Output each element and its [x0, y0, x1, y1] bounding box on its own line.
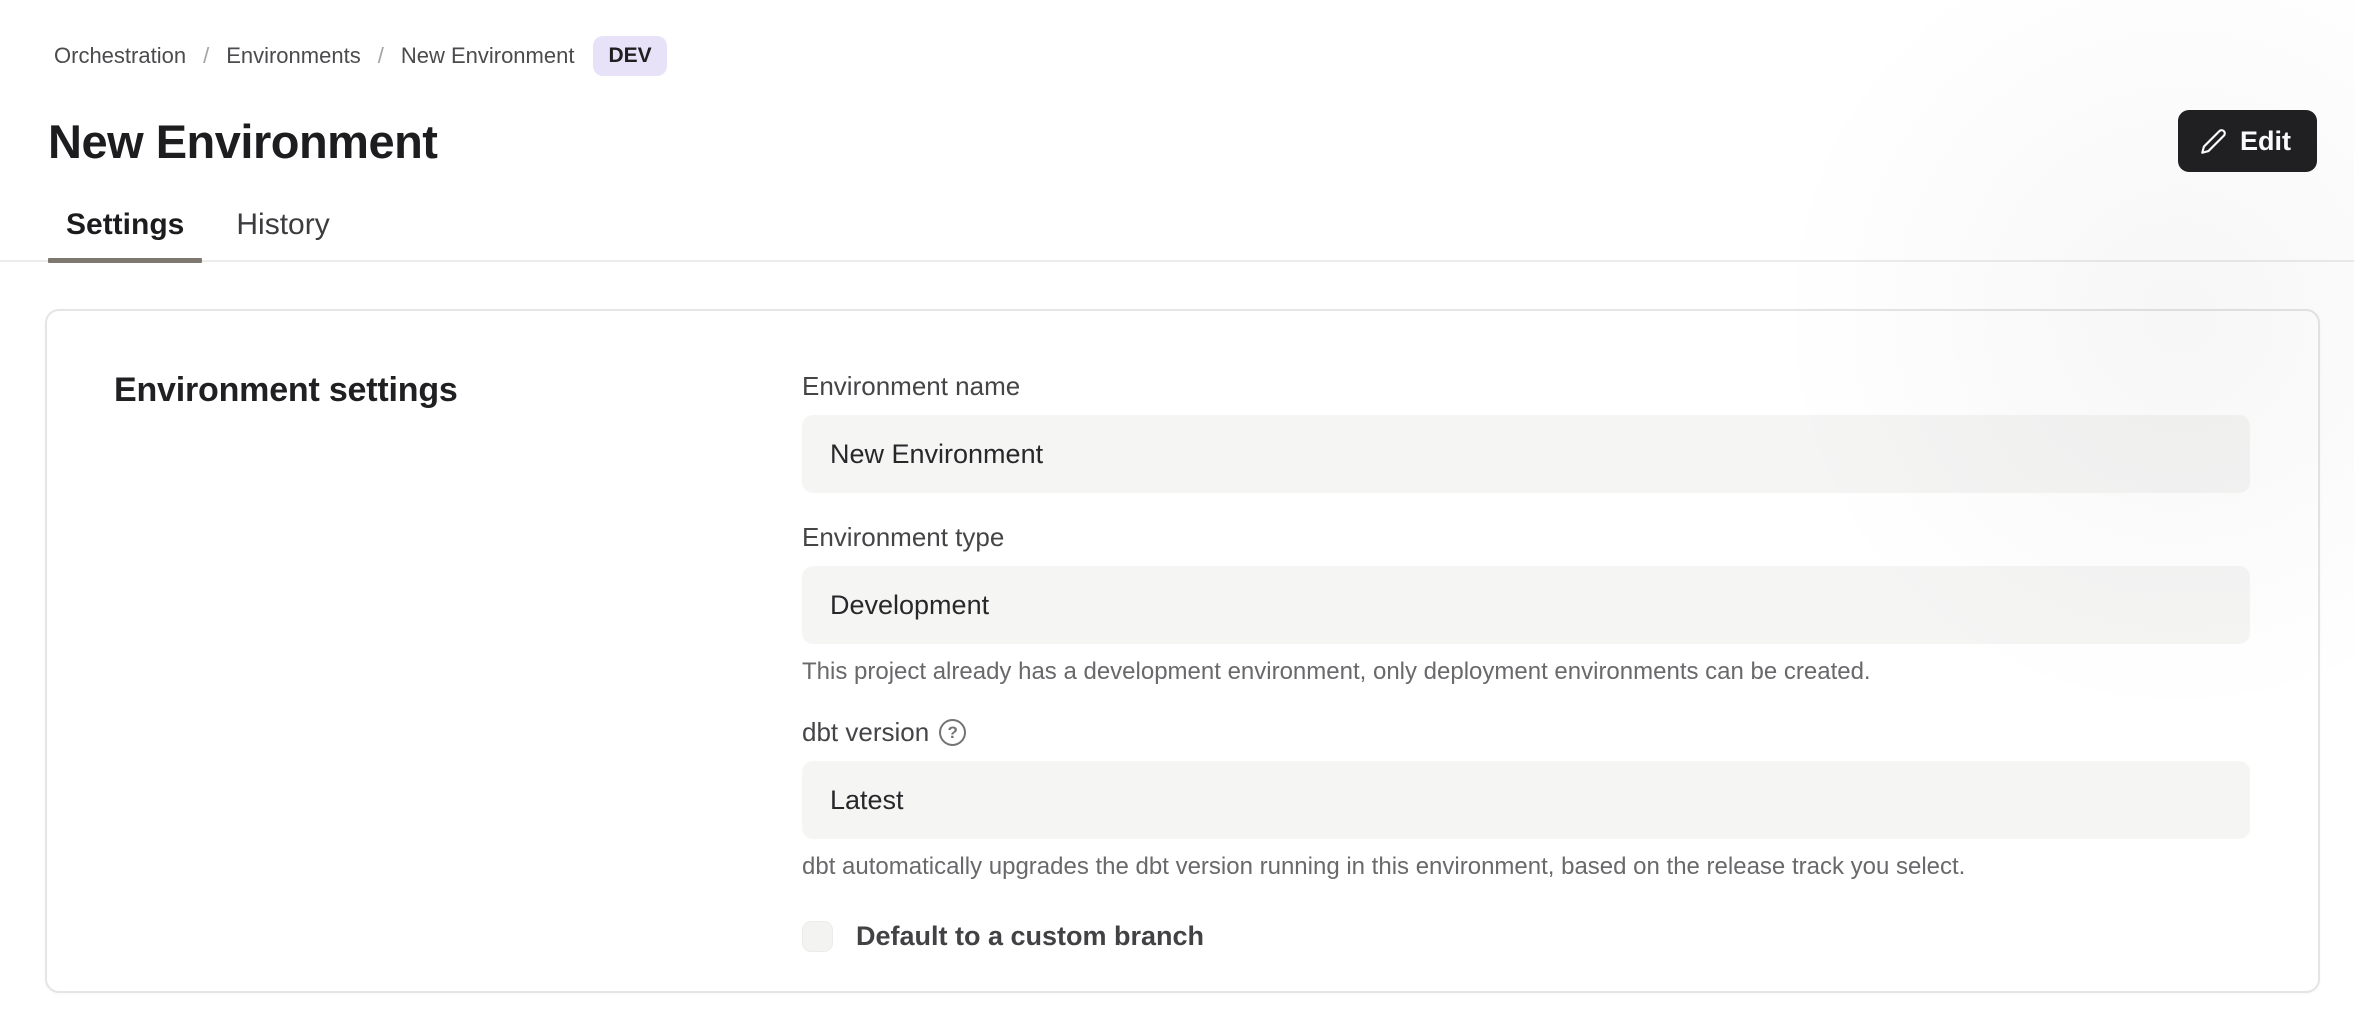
pencil-icon — [2200, 128, 2227, 155]
tab-history-label: History — [236, 208, 329, 241]
breadcrumb: Orchestration / Environments / New Envir… — [0, 0, 2354, 76]
page-title: New Environment — [48, 114, 437, 169]
breadcrumb-separator: / — [203, 43, 209, 69]
environment-type-input[interactable] — [802, 566, 2250, 644]
edit-button[interactable]: Edit — [2178, 110, 2317, 172]
field-environment-type: Environment type This project already ha… — [802, 522, 2250, 686]
environment-dev-badge: DEV — [593, 36, 666, 76]
environment-type-label-text: Environment type — [802, 522, 1004, 553]
breadcrumb-item-new-environment[interactable]: New Environment — [401, 43, 575, 69]
dbt-version-label-text: dbt version — [802, 717, 929, 748]
field-environment-name: Environment name — [802, 371, 2250, 493]
environment-name-label: Environment name — [802, 371, 2250, 402]
card-heading-column: Environment settings — [114, 371, 802, 951]
field-dbt-version: dbt version ? dbt automatically upgrades… — [802, 717, 2250, 881]
tab-bar: Settings History — [0, 200, 2354, 262]
environment-settings-card: Environment settings Environment name En… — [45, 309, 2320, 993]
tab-settings[interactable]: Settings — [48, 200, 202, 260]
tab-settings-label: Settings — [66, 208, 184, 241]
breadcrumb-separator: / — [378, 43, 384, 69]
breadcrumb-item-environments[interactable]: Environments — [226, 43, 361, 69]
help-icon[interactable]: ? — [939, 719, 966, 746]
page: Orchestration / Environments / New Envir… — [0, 0, 2354, 1020]
tab-history[interactable]: History — [218, 200, 347, 260]
custom-branch-checkbox[interactable] — [802, 921, 833, 952]
environment-type-helper-text: This project already has a development e… — [802, 658, 2250, 686]
custom-branch-label: Default to a custom branch — [856, 921, 1204, 952]
dbt-version-label: dbt version ? — [802, 717, 2250, 748]
environment-settings-form: Environment name Environment type This p… — [802, 371, 2250, 951]
environment-name-input[interactable] — [802, 415, 2250, 493]
custom-branch-row: Default to a custom branch — [802, 921, 2250, 952]
environment-type-label: Environment type — [802, 522, 2250, 553]
environment-name-label-text: Environment name — [802, 371, 1020, 402]
page-header: New Environment Edit — [48, 110, 2317, 172]
breadcrumb-item-orchestration[interactable]: Orchestration — [54, 43, 186, 69]
dbt-version-input[interactable] — [802, 761, 2250, 839]
dbt-version-helper-text: dbt automatically upgrades the dbt versi… — [802, 853, 2250, 881]
card-heading: Environment settings — [114, 371, 802, 410]
edit-button-label: Edit — [2240, 126, 2291, 157]
